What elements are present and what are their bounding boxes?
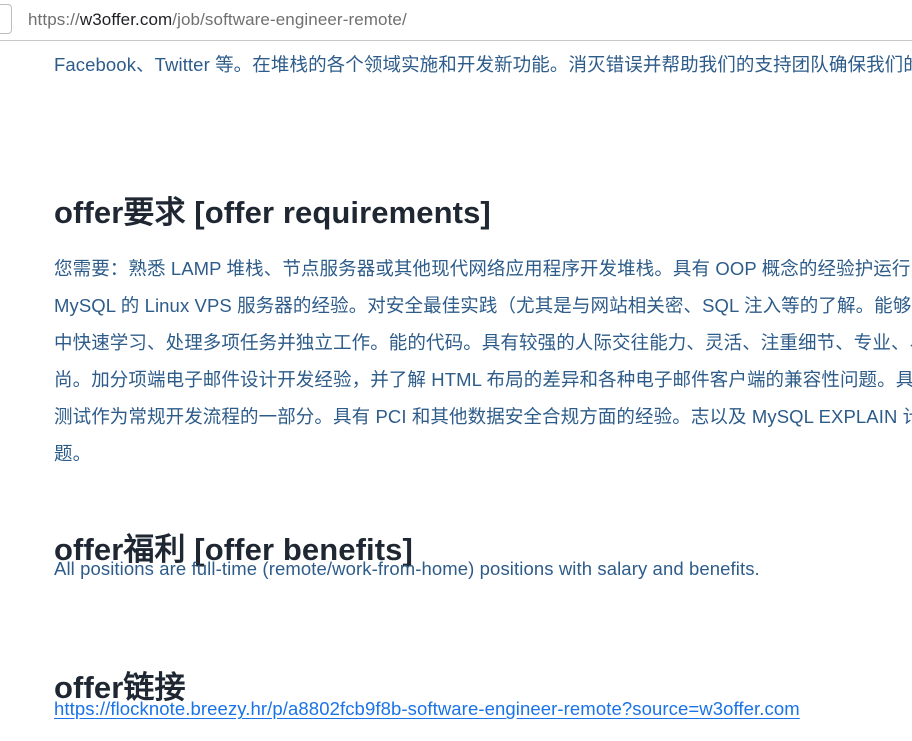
- url-scheme: https://: [28, 10, 80, 29]
- url-bar-text[interactable]: https://w3offer.com/job/software-enginee…: [28, 10, 407, 30]
- page-viewport[interactable]: Facebook、Twitter 等。在堆栈的各个领域实施和开发新功能。消灭错误…: [0, 42, 912, 741]
- browser-chrome: https://w3offer.com/job/software-enginee…: [0, 0, 912, 41]
- section-heading-requirements: offer要求 [offer requirements]: [54, 195, 491, 230]
- back-button-partial-icon[interactable]: [0, 4, 12, 34]
- offer-link-row: https://flocknote.breezy.hr/p/a8802fcb9f…: [54, 694, 912, 724]
- offer-apply-link[interactable]: https://flocknote.breezy.hr/p/a8802fcb9f…: [54, 698, 800, 719]
- url-host: w3offer.com: [79, 10, 173, 29]
- benefits-paragraph: All positions are full-time (remote/work…: [54, 558, 760, 579]
- url-path: /job/software-engineer-remote/: [172, 10, 407, 29]
- requirements-paragraph: 您需要：熟悉 LAMP 堆栈、节点服务器或其他现代网络应用程序开发堆栈。具有 O…: [54, 258, 912, 464]
- intro-paragraph: Facebook、Twitter 等。在堆栈的各个领域实施和开发新功能。消灭错误…: [54, 54, 912, 75]
